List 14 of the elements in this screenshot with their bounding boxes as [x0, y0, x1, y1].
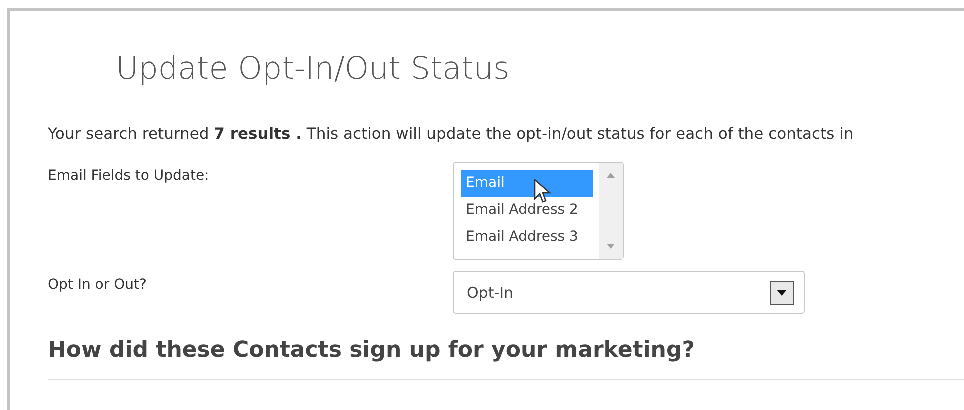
scrollbar[interactable] — [599, 163, 623, 260]
field-label: Opt In or Out? — [48, 276, 148, 296]
opt-in-select[interactable]: Opt-In — [453, 271, 805, 314]
up-arrow-icon — [607, 173, 615, 178]
listbox-option[interactable]: Email Address 2 — [461, 197, 593, 224]
page-title: Update Opt-In/Out Status — [116, 50, 511, 89]
dropdown-button[interactable] — [770, 280, 794, 305]
listbox-option[interactable]: Email Address 3 — [461, 224, 593, 252]
down-arrow-icon — [607, 244, 615, 250]
field-label: Email Fields to Update: — [48, 167, 210, 186]
email-fields-listbox[interactable]: Email Email Address 2 Email Address 3 — [453, 162, 624, 260]
section-heading: How did these Contacts sign up for your marketing? — [48, 334, 964, 380]
caret-icon — [777, 290, 787, 296]
intro-text: Your search returned 7 results . This action will update the opt-in/out status for each of the contacts in — [48, 124, 855, 145]
